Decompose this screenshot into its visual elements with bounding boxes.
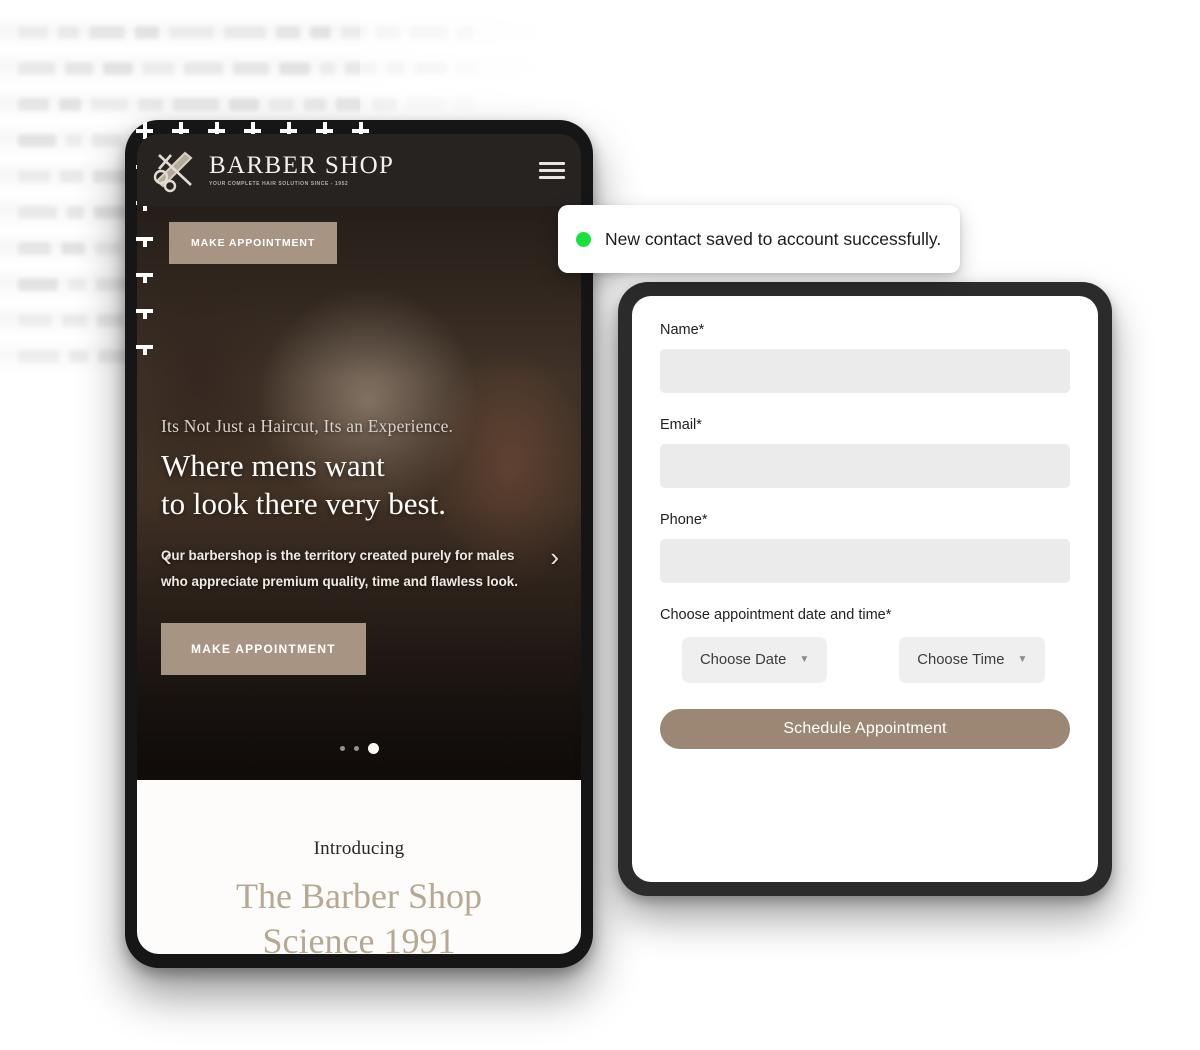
hero-title-line-1: Where mens want: [161, 448, 385, 483]
background-cell: [18, 25, 48, 39]
hero-description: Our barbershop is the territory created …: [161, 547, 518, 589]
phone-screen: BARBER SHOP YOUR COMPLETE HAIR SOLUTION …: [137, 134, 581, 954]
background-cell: [18, 97, 49, 111]
background-cell: [143, 61, 174, 75]
intro-section: Introducing The Barber Shop Science 1991: [137, 780, 581, 954]
toast-message: New contact saved to account successfull…: [605, 228, 942, 249]
choose-date-dropdown[interactable]: Choose Date ▼: [682, 637, 828, 683]
logo-tagline: YOUR COMPLETE HAIR SOLUTION SINCE - 1952: [209, 180, 349, 187]
background-cell: [18, 241, 51, 255]
background-cell: [269, 97, 294, 111]
background-cell: [95, 241, 121, 255]
appointment-form: Name* Email* Phone* Choose appointment d…: [632, 296, 1098, 882]
scissors-comb-icon: [153, 151, 193, 193]
hero-title: Where mens want to look there very best.: [161, 447, 557, 523]
background-cell: [169, 25, 214, 39]
background-cell: [229, 97, 259, 111]
carousel-dot[interactable]: [339, 746, 345, 751]
hero-carousel: Its Not Just a Haircut, Its an Experienc…: [137, 206, 581, 780]
background-cell: [138, 97, 163, 111]
email-input[interactable]: [660, 444, 1070, 488]
intro-title-line-1: The Barber Shop: [236, 876, 482, 916]
background-cell: [94, 205, 126, 219]
hero-content: Its Not Just a Haircut, Its an Experienc…: [137, 206, 581, 675]
background-cell: [18, 169, 50, 183]
background-cell: [89, 25, 125, 39]
background-cell: [103, 61, 133, 75]
chevron-left-icon[interactable]: ‹: [163, 544, 172, 570]
hamburger-line: [539, 168, 565, 172]
background-cell: [279, 61, 310, 75]
appointment-form-mockup: Name* Email* Phone* Choose appointment d…: [618, 282, 1112, 896]
background-cell: [18, 133, 56, 147]
schedule-appointment-button[interactable]: Schedule Appointment: [660, 709, 1070, 749]
background-cell: [233, 61, 269, 75]
header-make-appointment-button[interactable]: MAKE APPOINTMENT: [169, 222, 338, 264]
screenshot-root: BARBER SHOP YOUR COMPLETE HAIR SOLUTION …: [0, 0, 1200, 1050]
carousel-dot[interactable]: [353, 746, 359, 751]
intro-title-line-2: Science 1991: [262, 920, 456, 954]
background-cell: [310, 25, 331, 39]
datetime-row: Choose Date ▼ Choose Time ▼: [660, 637, 1070, 683]
phone-label: Phone*: [660, 512, 708, 528]
background-cell: [59, 97, 81, 111]
background-cell: [91, 97, 128, 111]
background-cell: [18, 277, 58, 291]
form-field-name: Name*: [660, 322, 1070, 393]
background-cell: [135, 25, 159, 39]
logo-text-block: BARBER SHOP YOUR COMPLETE HAIR SOLUTION …: [209, 153, 394, 187]
name-label: Name*: [660, 322, 705, 338]
success-toast: New contact saved to account successfull…: [558, 205, 960, 273]
background-cell: [68, 277, 86, 291]
chevron-right-icon[interactable]: ›: [550, 544, 559, 570]
background-cell: [92, 133, 123, 147]
background-cell: [66, 133, 82, 147]
green-status-dot-icon: [576, 231, 591, 247]
background-cell: [58, 25, 79, 39]
phone-input[interactable]: [660, 539, 1070, 583]
chevron-down-icon: ▼: [799, 654, 810, 665]
background-cell: [336, 97, 362, 111]
intro-kicker: Introducing: [313, 838, 405, 859]
background-cell: [173, 97, 219, 111]
chevron-down-icon: ▼: [1017, 654, 1028, 665]
site-header: BARBER SHOP YOUR COMPLETE HAIR SOLUTION …: [137, 134, 581, 206]
form-field-email: Email*: [660, 417, 1070, 488]
choose-time-dropdown[interactable]: Choose Time ▼: [899, 637, 1046, 683]
hero-title-line-2: to look there very best.: [161, 485, 446, 521]
background-cell: [65, 61, 93, 75]
datetime-group: Choose appointment date and time* Choose…: [660, 607, 1070, 683]
logo-title: BARBER SHOP: [209, 151, 395, 179]
hamburger-line: [539, 175, 565, 179]
datetime-label: Choose appointment date and time*: [660, 607, 892, 623]
hamburger-menu-icon[interactable]: [539, 161, 565, 179]
email-label: Email*: [660, 417, 702, 433]
background-cell: [67, 205, 84, 219]
form-field-phone: Phone*: [660, 512, 1070, 583]
carousel-dots: [137, 743, 581, 754]
intro-title: The Barber Shop Science 1991: [137, 874, 581, 954]
background-cell: [18, 205, 57, 219]
carousel-dot[interactable]: [367, 743, 379, 754]
phone-mockup: BARBER SHOP YOUR COMPLETE HAIR SOLUTION …: [125, 120, 593, 968]
choose-date-label: Choose Date: [700, 652, 787, 668]
background-cell: [61, 241, 85, 255]
background-cell: [224, 25, 266, 39]
background-cell: [60, 169, 83, 183]
background-cell: [304, 97, 326, 111]
hero-kicker: Its Not Just a Haircut, Its an Experienc…: [161, 416, 454, 436]
background-cell: [276, 25, 300, 39]
site-logo[interactable]: BARBER SHOP YOUR COMPLETE HAIR SOLUTION …: [151, 147, 394, 193]
background-cell: [184, 61, 223, 75]
name-input[interactable]: [660, 349, 1070, 393]
hamburger-line: [539, 161, 565, 165]
background-cell: [320, 61, 335, 75]
choose-time-label: Choose Time: [917, 652, 1005, 668]
hero-make-appointment-button[interactable]: MAKE APPOINTMENT: [161, 622, 366, 675]
background-cell: [18, 61, 55, 75]
